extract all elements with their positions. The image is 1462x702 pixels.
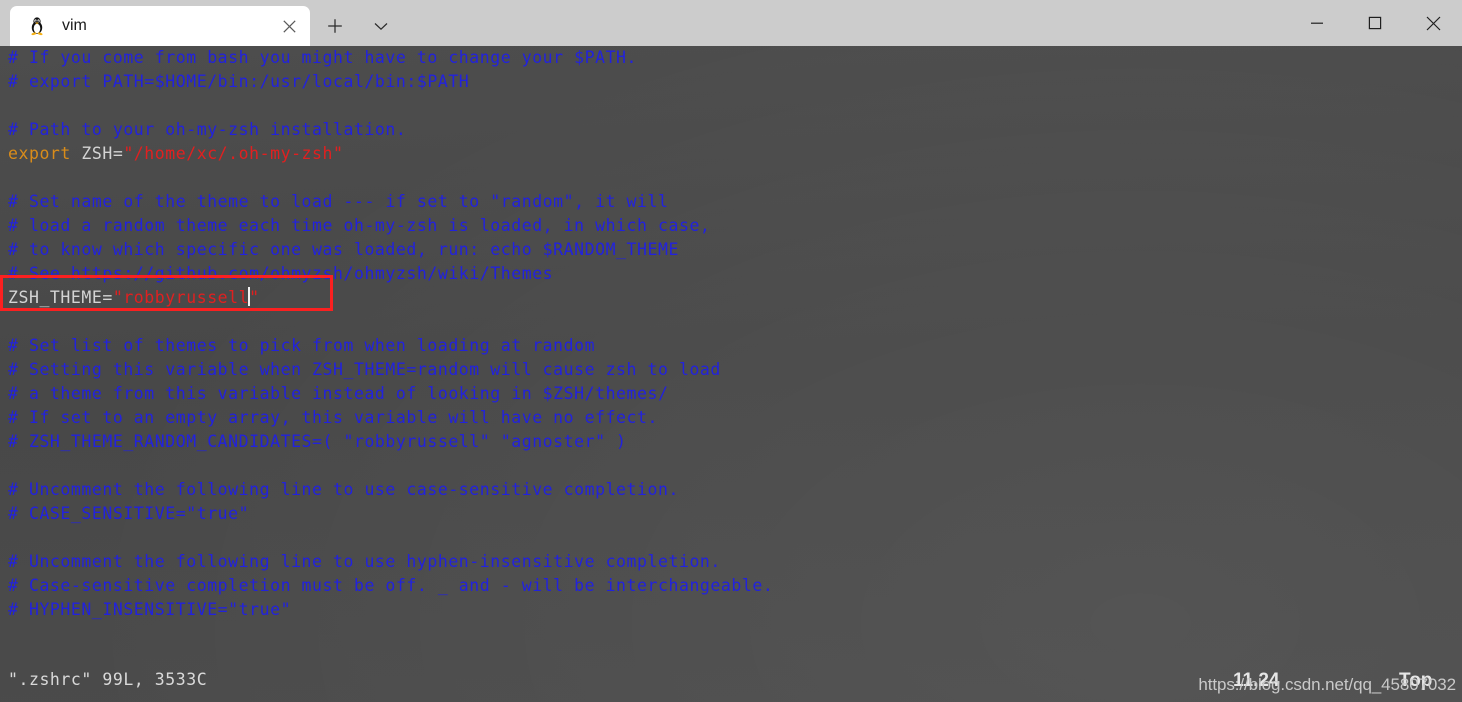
terminal-line: # If you come from bash you might have t…: [8, 46, 1462, 70]
chevron-down-icon[interactable]: [360, 6, 402, 46]
code-span-cmt: # load a random theme each time oh-my-zs…: [8, 216, 711, 235]
tab-strip: vim: [0, 0, 402, 46]
code-span-cmt: # Set list of themes to pick from when l…: [8, 336, 596, 355]
vim-text-buffer[interactable]: # If you come from bash you might have t…: [8, 46, 1462, 622]
terminal-line: # See https://github.com/ohmyzsh/ohmyzsh…: [8, 262, 1462, 286]
terminal-line: # If set to an empty array, this variabl…: [8, 406, 1462, 430]
code-span-kw: export: [8, 144, 71, 163]
code-span-cmt: # export PATH=$HOME/bin:/usr/local/bin:$…: [8, 72, 470, 91]
minimize-button[interactable]: [1288, 0, 1346, 46]
code-span-str: "/home/xc/.oh-my-zsh": [123, 144, 344, 163]
code-span-cmt: # Path to your oh-my-zsh installation.: [8, 120, 407, 139]
maximize-button[interactable]: [1346, 0, 1404, 46]
new-tab-button[interactable]: [314, 6, 356, 46]
terminal-line: # Uncomment the following line to use hy…: [8, 550, 1462, 574]
terminal-pane[interactable]: # If you come from bash you might have t…: [0, 46, 1462, 702]
code-span-cmt: # ZSH_THEME_RANDOM_CANDIDATES=( "robbyru…: [8, 432, 627, 451]
code-span-cmt: # If you come from bash you might have t…: [8, 48, 638, 67]
terminal-line: export ZSH="/home/xc/.oh-my-zsh": [8, 142, 1462, 166]
terminal-line: # export PATH=$HOME/bin:/usr/local/bin:$…: [8, 70, 1462, 94]
terminal-line: # Setting this variable when ZSH_THEME=r…: [8, 358, 1462, 382]
terminal-line: # Set name of the theme to load --- if s…: [8, 190, 1462, 214]
code-span-id: ZSH_THEME=: [8, 288, 113, 307]
code-span-cmt: # HYPHEN_INSENSITIVE="true": [8, 600, 292, 619]
terminal-line: # load a random theme each time oh-my-zs…: [8, 214, 1462, 238]
terminal-line: ZSH_THEME="robbyrussell": [8, 286, 1462, 310]
terminal-line: # to know which specific one was loaded,…: [8, 238, 1462, 262]
terminal-line: # Path to your oh-my-zsh installation.: [8, 118, 1462, 142]
code-span-cmt: # If set to an empty array, this variabl…: [8, 408, 658, 427]
terminal-line: # Uncomment the following line to use ca…: [8, 478, 1462, 502]
code-span-cmt: # a theme from this variable instead of …: [8, 384, 669, 403]
code-span-cmt: # CASE_SENSITIVE="true": [8, 504, 250, 523]
terminal-line: # a theme from this variable instead of …: [8, 382, 1462, 406]
code-span-cmt: # See https://github.com/ohmyzsh/ohmyzsh…: [8, 264, 554, 283]
window-controls: [1288, 0, 1462, 46]
terminal-window: vim # If you come from bash you might ha…: [0, 0, 1462, 702]
code-span-cmt: # Uncomment the following line to use hy…: [8, 552, 721, 571]
code-span-id: ZSH=: [70, 144, 124, 163]
status-file-info: ".zshrc" 99L, 3533C: [8, 670, 208, 689]
terminal-line: # CASE_SENSITIVE="true": [8, 502, 1462, 526]
code-span-str: "robbyrussell: [112, 288, 250, 307]
close-button[interactable]: [1404, 0, 1462, 46]
title-bar: vim: [0, 0, 1462, 46]
tab-vim[interactable]: vim: [10, 6, 310, 46]
watermark-url: https://blog.csdn.net/qq_45807032: [1198, 675, 1456, 694]
tux-penguin-icon: [26, 15, 48, 37]
code-span-cmt: # to know which specific one was loaded,…: [8, 240, 679, 259]
code-span-cmt: # Setting this variable when ZSH_THEME=r…: [8, 360, 721, 379]
code-span-cmt: # Uncomment the following line to use ca…: [8, 480, 679, 499]
terminal-line: # Set list of themes to pick from when l…: [8, 334, 1462, 358]
tab-title: vim: [62, 17, 87, 34]
code-span-str: ": [249, 288, 260, 307]
code-span-cmt: # Case-sensitive completion must be off.…: [8, 576, 774, 595]
terminal-line: # ZSH_THEME_RANDOM_CANDIDATES=( "robbyru…: [8, 430, 1462, 454]
close-icon[interactable]: [274, 11, 304, 41]
code-span-cmt: # Set name of the theme to load --- if s…: [8, 192, 669, 211]
terminal-line: # HYPHEN_INSENSITIVE="true": [8, 598, 1462, 622]
terminal-line: # Case-sensitive completion must be off.…: [8, 574, 1462, 598]
